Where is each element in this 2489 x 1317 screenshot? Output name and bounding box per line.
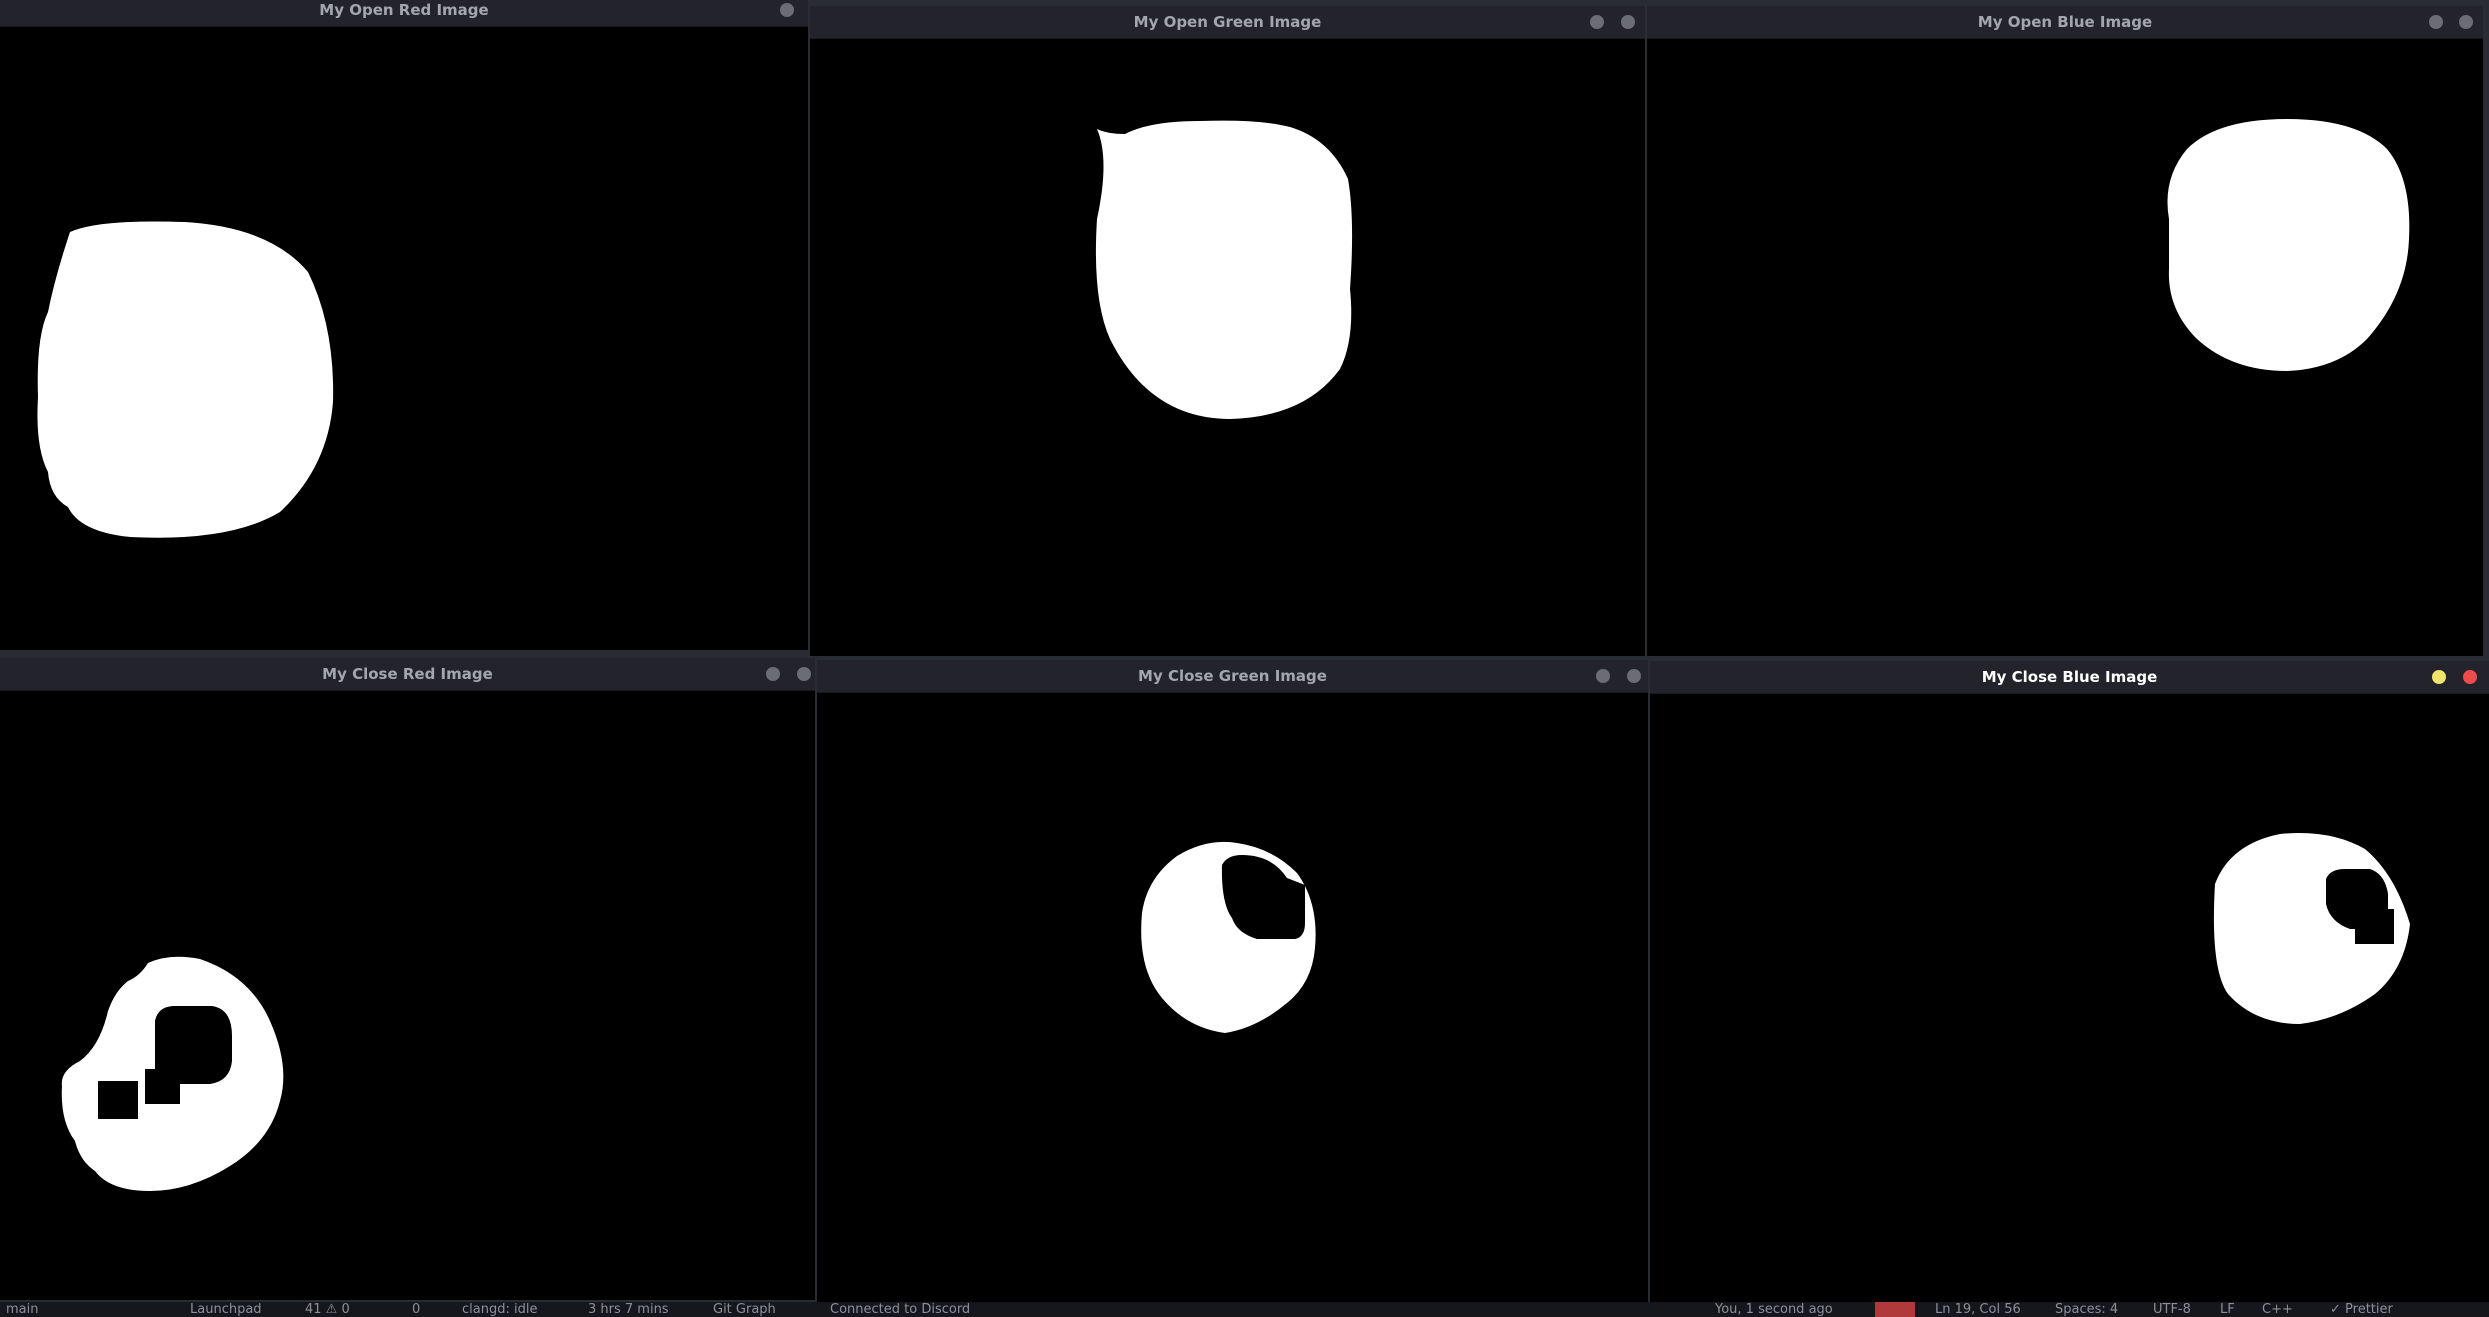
window-title: My Close Red Image: [322, 665, 493, 683]
window-title: My Open Red Image: [319, 1, 489, 19]
window-title: My Open Blue Image: [1977, 13, 2153, 31]
problems-indicator[interactable]: 41 ⚠ 0: [305, 1302, 350, 1317]
minimize-button[interactable]: [2432, 670, 2446, 684]
binary-mask-image: [2167, 119, 2410, 371]
indentation[interactable]: Spaces: 4: [2055, 1302, 2118, 1317]
binary-mask-image: [1095, 120, 1353, 419]
git-blame[interactable]: You, 1 second ago: [1715, 1302, 1833, 1317]
close-button[interactable]: [1627, 669, 1641, 683]
end-of-line[interactable]: LF: [2220, 1302, 2235, 1317]
titlebar[interactable]: My Close Green Image: [817, 660, 1648, 693]
image-canvas: [817, 693, 1648, 1302]
window-title: My Open Green Image: [1133, 13, 1322, 31]
window-close-red[interactable]: My Close Red Image: [0, 658, 815, 1300]
window-open-red[interactable]: My Open Red Image: [0, 0, 808, 650]
minimize-button[interactable]: [2429, 15, 2443, 29]
close-button[interactable]: [2463, 670, 2477, 684]
close-button[interactable]: [1621, 15, 1635, 29]
error-badge[interactable]: [1875, 1302, 1915, 1317]
binary-mask-image: [2213, 833, 2410, 1024]
cursor-position[interactable]: Ln 19, Col 56: [1935, 1302, 2021, 1317]
time-tracker[interactable]: 3 hrs 7 mins: [588, 1302, 669, 1317]
status-bar: main Launchpad 41 ⚠ 0 0 clangd: idle 3 h…: [0, 1302, 2489, 1317]
clangd-status[interactable]: clangd: idle: [462, 1302, 537, 1317]
image-canvas: [0, 27, 808, 650]
image-canvas: [810, 39, 1645, 656]
window-title: My Close Green Image: [1138, 667, 1327, 685]
binary-mask-image: [61, 956, 284, 1191]
branch-indicator[interactable]: main: [6, 1302, 38, 1317]
titlebar[interactable]: My Open Blue Image: [1647, 6, 2483, 39]
titlebar[interactable]: My Open Red Image: [0, 0, 808, 27]
image-canvas: [1647, 39, 2483, 656]
prettier-status[interactable]: ✓ Prettier: [2330, 1302, 2393, 1317]
window-title: My Close Blue Image: [1981, 668, 2158, 686]
ports-indicator[interactable]: 0: [412, 1302, 420, 1317]
binary-mask-image: [1141, 841, 1316, 1033]
image-canvas: [0, 691, 815, 1300]
window-close-blue[interactable]: My Close Blue Image: [1650, 661, 2489, 1302]
titlebar[interactable]: My Open Green Image: [810, 6, 1645, 39]
encoding[interactable]: UTF-8: [2153, 1302, 2191, 1317]
titlebar[interactable]: My Close Blue Image: [1650, 661, 2489, 694]
titlebar[interactable]: My Close Red Image: [0, 658, 815, 691]
language-mode[interactable]: C++: [2262, 1302, 2293, 1317]
git-graph-button[interactable]: Git Graph: [713, 1302, 776, 1317]
minimize-button[interactable]: [1590, 15, 1604, 29]
window-open-green[interactable]: My Open Green Image: [810, 6, 1645, 656]
window-close-green[interactable]: My Close Green Image: [817, 660, 1648, 1302]
binary-mask-image: [37, 221, 334, 538]
image-canvas: [1650, 694, 2489, 1302]
window-open-blue[interactable]: My Open Blue Image: [1647, 6, 2483, 656]
close-button[interactable]: [780, 3, 794, 17]
close-button[interactable]: [797, 667, 811, 681]
launchpad-item[interactable]: Launchpad: [190, 1302, 262, 1317]
discord-status[interactable]: Connected to Discord: [830, 1302, 970, 1317]
minimize-button[interactable]: [1596, 669, 1610, 683]
minimize-button[interactable]: [766, 667, 780, 681]
close-button[interactable]: [2459, 15, 2473, 29]
